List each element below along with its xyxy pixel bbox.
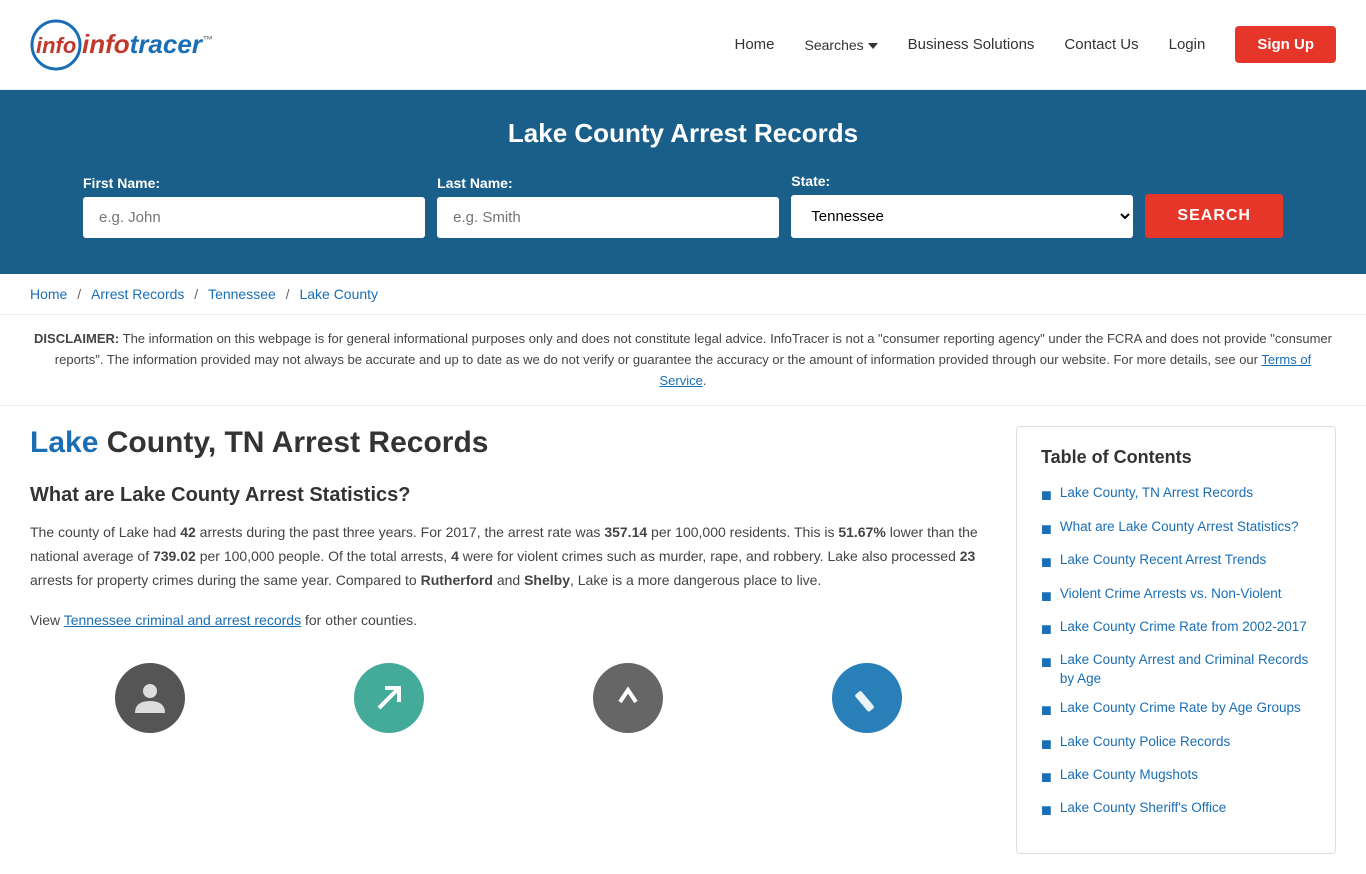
table-of-contents: Table of Contents ■ Lake County, TN Arres… <box>1016 426 1336 853</box>
toc-link-1[interactable]: What are Lake County Arrest Statistics? <box>1060 518 1299 537</box>
state-select[interactable]: Tennessee Alabama Alaska Arizona Arkansa… <box>791 195 1133 238</box>
logo-tracer-text: infotracer™ <box>82 29 213 60</box>
toc-link-2[interactable]: Lake County Recent Arrest Trends <box>1060 551 1266 570</box>
tn-records-link[interactable]: Tennessee criminal and arrest records <box>64 612 301 628</box>
toc-bullet: ■ <box>1041 699 1052 722</box>
toc-link-0[interactable]: Lake County, TN Arrest Records <box>1060 484 1253 503</box>
toc-bullet: ■ <box>1041 551 1052 574</box>
toc-item: ■ Lake County Sheriff's Office <box>1041 799 1311 822</box>
toc-item: ■ Lake County Crime Rate by Age Groups <box>1041 699 1311 722</box>
signup-button[interactable]: Sign Up <box>1235 26 1336 63</box>
toc-list: ■ Lake County, TN Arrest Records ■ What are… <box>1041 484 1311 822</box>
toc-link-8[interactable]: Lake County Mugshots <box>1060 766 1198 785</box>
header: info infotracer™ Home Searches Business … <box>0 0 1366 90</box>
disclaimer-bar: DISCLAIMER: The information on this webp… <box>0 315 1366 406</box>
toc-bullet: ■ <box>1041 799 1052 822</box>
toc-heading: Table of Contents <box>1041 447 1311 468</box>
hero-section: Lake County Arrest Records First Name: L… <box>0 90 1366 274</box>
section-heading: What are Lake County Arrest Statistics? <box>30 484 986 507</box>
toc-link-9[interactable]: Lake County Sheriff's Office <box>1060 799 1226 818</box>
logo-icon: info <box>30 19 82 71</box>
main-content: Lake County, TN Arrest Records What are … <box>0 406 1366 873</box>
last-name-label: Last Name: <box>437 175 512 191</box>
breadcrumb-sep-3: / <box>286 286 294 302</box>
icons-row <box>30 653 986 743</box>
toc-bullet: ■ <box>1041 651 1052 674</box>
toc-item: ■ Lake County Mugshots <box>1041 766 1311 789</box>
chevron-down-icon <box>868 43 878 49</box>
paragraph2-post: for other counties. <box>301 612 417 628</box>
pencil-icon <box>849 680 885 716</box>
login-button[interactable]: Login <box>1169 36 1206 53</box>
icon-1 <box>115 663 185 733</box>
toc-link-3[interactable]: Violent Crime Arrests vs. Non-Violent <box>1060 585 1282 604</box>
toc-item: ■ Violent Crime Arrests vs. Non-Violent <box>1041 585 1311 608</box>
last-name-input[interactable] <box>437 197 779 238</box>
icon-item-3 <box>508 653 747 743</box>
toc-bullet: ■ <box>1041 518 1052 541</box>
breadcrumb-sep-2: / <box>194 286 202 302</box>
hero-title: Lake County Arrest Records <box>40 118 1326 149</box>
svg-text:info: info <box>36 33 76 58</box>
logo: info infotracer™ <box>30 19 213 71</box>
arrow-up-icon <box>371 680 407 716</box>
toc-item: ■ Lake County Police Records <box>1041 733 1311 756</box>
breadcrumb-tennessee[interactable]: Tennessee <box>208 286 276 302</box>
search-form: First Name: Last Name: State: Tennessee … <box>83 173 1283 238</box>
toc-bullet: ■ <box>1041 585 1052 608</box>
nav: Home Searches Business Solutions Contact… <box>735 26 1337 63</box>
main-title: Lake County, TN Arrest Records <box>30 426 986 460</box>
toc-bullet: ■ <box>1041 484 1052 507</box>
content-right: Table of Contents ■ Lake County, TN Arres… <box>1016 426 1336 853</box>
breadcrumb-lake-county[interactable]: Lake County <box>299 286 378 302</box>
search-button[interactable]: SEARCH <box>1145 194 1283 238</box>
content-left: Lake County, TN Arrest Records What are … <box>30 426 1016 853</box>
toc-link-4[interactable]: Lake County Crime Rate from 2002-2017 <box>1060 618 1307 637</box>
paragraph2-pre: View <box>30 612 64 628</box>
title-rest: County, TN Arrest Records <box>98 426 488 459</box>
person-icon <box>131 679 169 717</box>
toc-bullet: ■ <box>1041 766 1052 789</box>
scroll-up-icon <box>610 680 646 716</box>
toc-bullet: ■ <box>1041 618 1052 641</box>
last-name-group: Last Name: <box>437 175 779 238</box>
disclaimer-text: The information on this webpage is for g… <box>55 331 1332 367</box>
breadcrumb-home[interactable]: Home <box>30 286 67 302</box>
nav-contact-us[interactable]: Contact Us <box>1064 36 1138 53</box>
nav-home[interactable]: Home <box>735 36 775 53</box>
icon-item-4 <box>747 653 986 743</box>
icon-3 <box>593 663 663 733</box>
icon-item-2 <box>269 653 508 743</box>
toc-item: ■ Lake County, TN Arrest Records <box>1041 484 1311 507</box>
first-name-group: First Name: <box>83 175 425 238</box>
toc-link-6[interactable]: Lake County Crime Rate by Age Groups <box>1060 699 1301 718</box>
icon-item-1 <box>30 653 269 743</box>
icon-2 <box>354 663 424 733</box>
toc-item: ■ What are Lake County Arrest Statistics? <box>1041 518 1311 541</box>
stats-paragraph: The county of Lake had 42 arrests during… <box>30 521 986 592</box>
toc-link-5[interactable]: Lake County Arrest and Criminal Records … <box>1060 651 1311 689</box>
breadcrumb: Home / Arrest Records / Tennessee / Lake… <box>0 274 1366 315</box>
first-name-input[interactable] <box>83 197 425 238</box>
toc-item: ■ Lake County Arrest and Criminal Records… <box>1041 651 1311 689</box>
state-label: State: <box>791 173 830 189</box>
breadcrumb-sep-1: / <box>77 286 85 302</box>
disclaimer-label: DISCLAIMER: <box>34 331 119 346</box>
breadcrumb-arrest-records[interactable]: Arrest Records <box>91 286 184 302</box>
state-group: State: Tennessee Alabama Alaska Arizona … <box>791 173 1133 238</box>
toc-item: ■ Lake County Recent Arrest Trends <box>1041 551 1311 574</box>
title-lake: Lake <box>30 426 98 459</box>
first-name-label: First Name: <box>83 175 160 191</box>
nav-business-solutions[interactable]: Business Solutions <box>908 36 1035 53</box>
toc-link-7[interactable]: Lake County Police Records <box>1060 733 1230 752</box>
toc-bullet: ■ <box>1041 733 1052 756</box>
nav-searches[interactable]: Searches <box>805 37 878 53</box>
view-more-paragraph: View Tennessee criminal and arrest recor… <box>30 609 986 633</box>
icon-4 <box>832 663 902 733</box>
toc-item: ■ Lake County Crime Rate from 2002-2017 <box>1041 618 1311 641</box>
